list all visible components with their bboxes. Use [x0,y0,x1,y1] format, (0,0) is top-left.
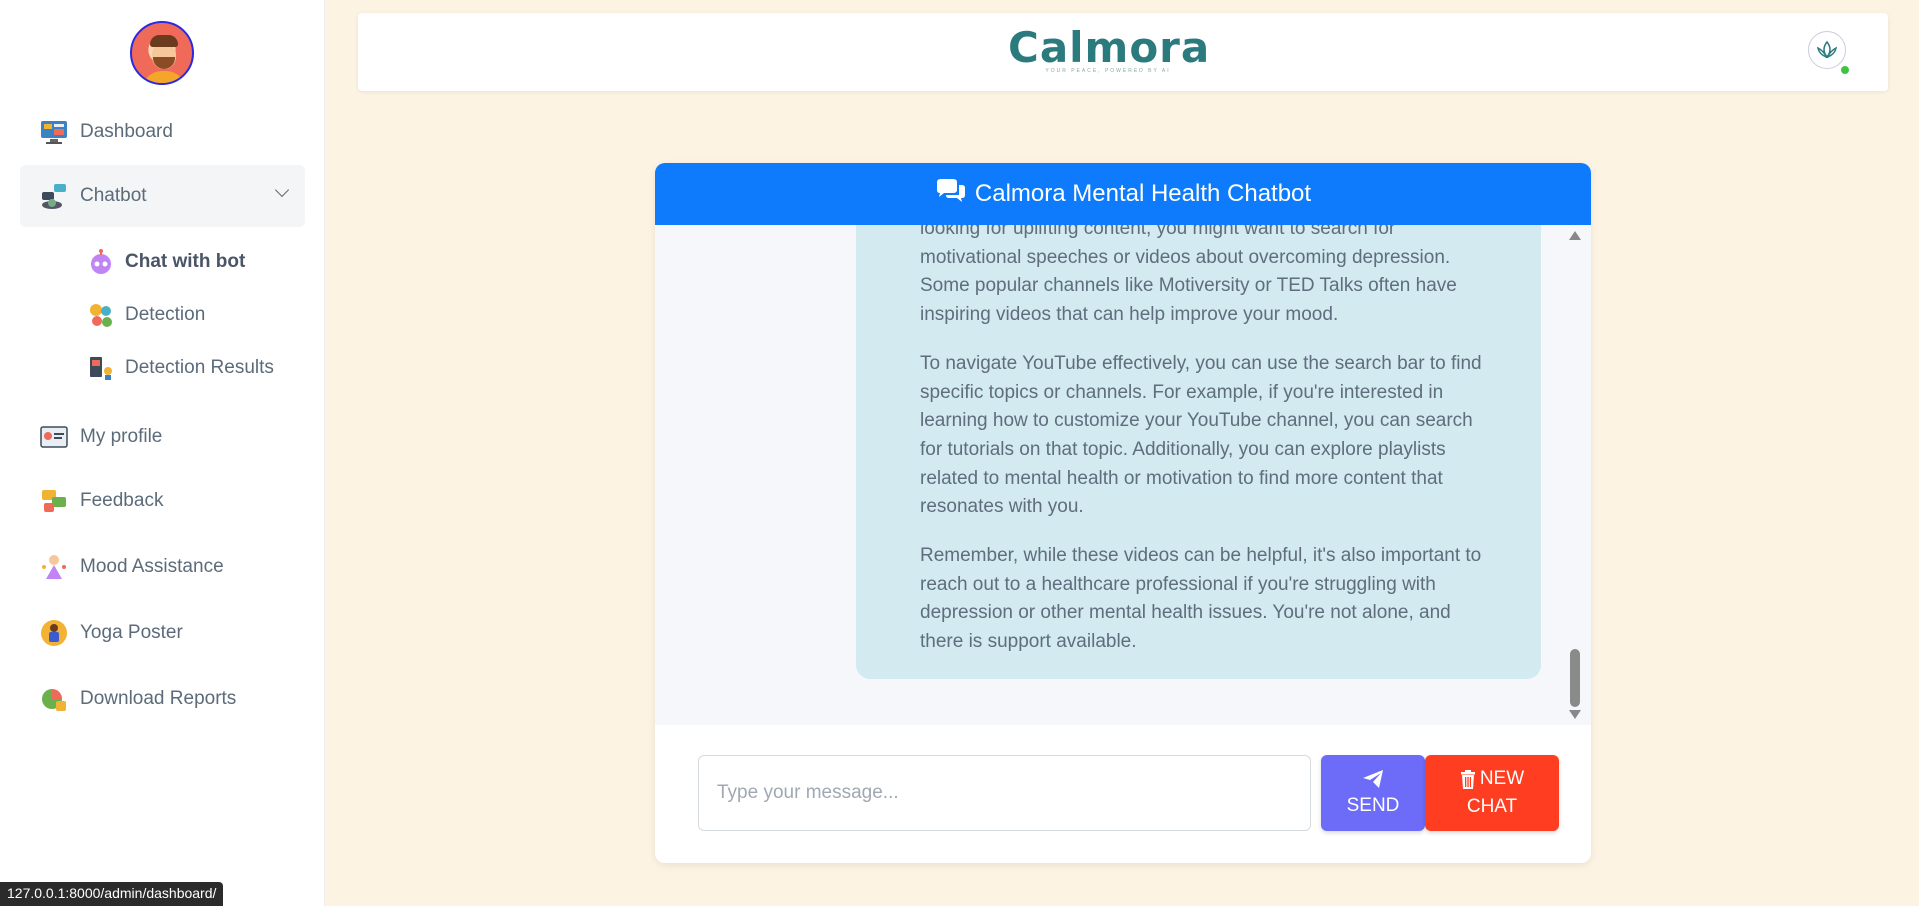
sidebar-item-my-profile[interactable]: My profile [20,406,305,468]
sidebar-item-mood-assistance[interactable]: Mood Assistance [20,536,305,598]
chevron-down-icon [274,182,290,198]
chat-title: Calmora Mental Health Chatbot [974,180,1312,207]
sidebar-item-label: My profile [80,426,163,447]
sidebar-subitem-detection[interactable]: Detection [88,295,308,335]
sidebar-item-label: Chatbot [80,185,147,206]
sidebar-subitem-label: Detection Results [125,357,274,378]
message-paragraph: Remember, while these videos can be help… [920,545,1482,653]
send-label: SEND [1346,795,1400,816]
status-bar-url: 127.0.0.1:8000/admin/dashboard/ [0,882,224,906]
sidebar-item-label: Yoga Poster [80,622,183,643]
sidebar-item-label: Download Reports [80,688,237,709]
dashboard-icon [40,118,68,146]
message-paragraph: looking for uplifting content, you might… [920,225,1457,326]
yoga-icon [40,619,68,647]
new-chat-label-line2: CHAT [1466,796,1518,817]
brand-name: Calmora [1008,23,1211,72]
sidebar-subitem-label: Detection [125,304,206,325]
message-scrollbar[interactable] [1569,231,1581,719]
scrollbar-thumb[interactable] [1570,649,1580,707]
sidebar-item-dashboard[interactable]: Dashboard [20,101,305,163]
lotus-icon[interactable] [1808,31,1846,69]
feedback-icon [40,487,68,515]
online-status-dot [1840,65,1850,75]
sidebar-subitem-chat-with-bot[interactable]: Chat with bot [88,242,308,282]
sidebar-item-yoga-poster[interactable]: Yoga Poster [20,602,305,664]
send-button[interactable]: SEND [1321,755,1425,831]
trash-icon [1460,769,1476,789]
scroll-down-icon[interactable] [1569,710,1581,719]
mood-icon [40,553,68,581]
sidebar-subitem-label: Chat with bot [125,251,246,272]
sidebar-item-label: Feedback [80,490,164,511]
sidebar-item-label: Dashboard [80,121,173,142]
sidebar-item-chatbot[interactable]: Chatbot [20,165,305,227]
chatbot-icon [40,182,68,210]
user-avatar[interactable] [130,21,194,85]
sidebar-item-label: Mood Assistance [80,556,224,577]
scroll-up-icon[interactable] [1569,231,1581,240]
new-chat-button[interactable]: NEW CHAT [1425,755,1559,831]
message-paragraph: To navigate YouTube effectively, you can… [920,352,1482,518]
profile-icon [40,423,68,451]
sidebar: Dashboard Chatbot Chat with bot Detectio… [0,0,325,906]
message-list[interactable]: looking for uplifting content, you might… [655,225,1591,725]
message-input[interactable] [698,755,1311,831]
brand-logo[interactable]: Calmora YOUR PEACE, POWERED BY AI [1008,23,1211,74]
new-chat-label-line1: NEW [1479,768,1525,789]
message-composer: SEND NEW CHAT [655,725,1591,863]
reports-icon [40,685,68,713]
comments-icon [935,178,967,211]
bot-message: looking for uplifting content, you might… [856,225,1541,679]
detection-icon [88,302,114,328]
paper-plane-icon [1362,769,1384,795]
results-icon [88,355,114,381]
sidebar-item-download-reports[interactable]: Download Reports [20,668,305,730]
top-header: Calmora YOUR PEACE, POWERED BY AI [358,13,1888,91]
chat-panel: Calmora Mental Health Chatbot looking fo… [655,163,1591,863]
sidebar-subitem-detection-results[interactable]: Detection Results [88,348,308,388]
sidebar-item-feedback[interactable]: Feedback [20,470,305,532]
chat-header: Calmora Mental Health Chatbot [655,163,1591,225]
robot-icon [88,249,114,275]
